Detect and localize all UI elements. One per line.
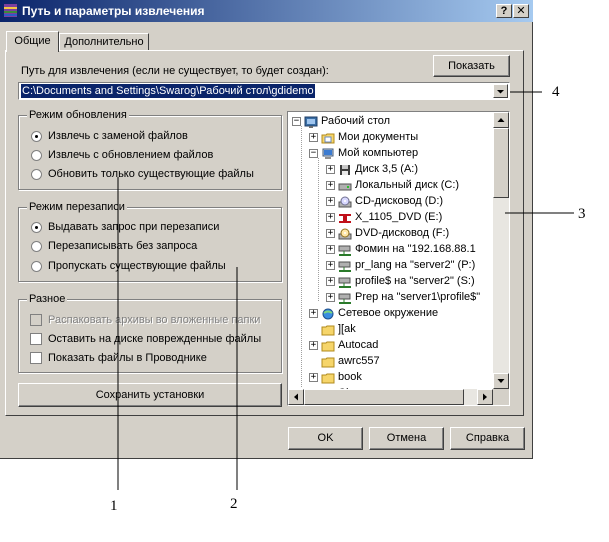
tab-general-label: Общие: [14, 35, 51, 47]
callout-2: 2: [230, 496, 238, 512]
callout-3: 3: [578, 206, 586, 222]
tab-general[interactable]: Общие: [6, 31, 59, 52]
callout-1: 1: [110, 498, 118, 514]
callout-lines: [117, 91, 574, 490]
callout-4: 4: [552, 84, 560, 100]
